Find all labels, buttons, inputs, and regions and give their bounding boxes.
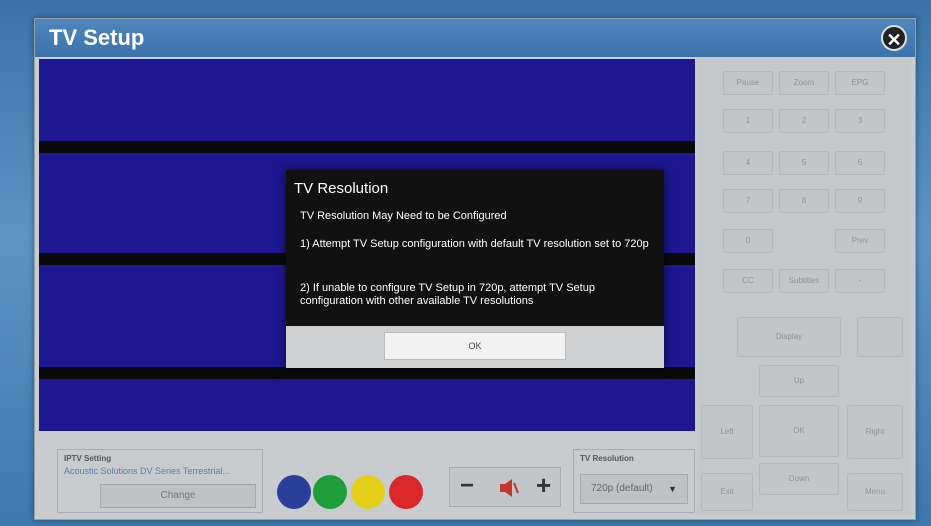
key-7[interactable]: 7 (723, 189, 773, 213)
subtitles-button[interactable]: Subtitles (779, 269, 829, 293)
down-button[interactable]: Down (759, 463, 839, 495)
dialog-message-1: TV Resolution May Need to be Configured (300, 210, 507, 222)
key-5[interactable]: 5 (779, 151, 829, 175)
remote-keypad: Pause Zoom EPG 1 2 3 4 5 6 7 8 9 0 Prev … (697, 59, 911, 515)
yellow-button[interactable] (351, 475, 385, 509)
resolution-selected-value: 720p (default) (591, 483, 653, 494)
key-1[interactable]: 1 (723, 109, 773, 133)
key-6[interactable]: 6 (835, 151, 885, 175)
tv-resolution-panel: TV Resolution 720p (default) ▼ (573, 449, 695, 513)
key-3[interactable]: 3 (835, 109, 885, 133)
blank-key[interactable] (857, 317, 903, 357)
key-0[interactable]: 0 (723, 229, 773, 253)
window-title: TV Setup (49, 25, 145, 50)
iptv-setting-panel: IPTV Setting Acoustic Solutions DV Serie… (57, 449, 263, 513)
test-bar (39, 141, 695, 153)
title-bar: TV Setup ✕ (35, 19, 915, 57)
speaker-mute-icon[interactable] (498, 477, 520, 499)
ok-button[interactable]: OK (759, 405, 839, 457)
dialog-message-3: 2) If unable to configure TV Setup in 72… (300, 282, 595, 307)
key-4[interactable]: 4 (723, 151, 773, 175)
close-icon[interactable]: ✕ (881, 25, 907, 51)
iptv-setting-label: IPTV Setting (64, 454, 112, 463)
key-2[interactable]: 2 (779, 109, 829, 133)
dialog-ok-button[interactable]: OK (384, 332, 566, 360)
key-9[interactable]: 9 (835, 189, 885, 213)
pause-button[interactable]: Pause (723, 71, 773, 95)
menu-button[interactable]: Menu (847, 473, 903, 511)
left-button[interactable]: Left (701, 405, 753, 459)
change-button[interactable]: Change (100, 484, 256, 508)
volume-up-button[interactable]: + (536, 470, 551, 501)
up-button[interactable]: Up (759, 365, 839, 397)
dash-button[interactable]: - (835, 269, 885, 293)
red-button[interactable] (389, 475, 423, 509)
green-button[interactable] (313, 475, 347, 509)
dialog-message-2: 1) Attempt TV Setup configuration with d… (300, 238, 649, 250)
tv-resolution-label: TV Resolution (580, 454, 634, 463)
volume-down-button[interactable]: − (460, 472, 474, 500)
epg-button[interactable]: EPG (835, 71, 885, 95)
display-button[interactable]: Display (737, 317, 841, 357)
prev-button[interactable]: Prev (835, 229, 885, 253)
zoom-button[interactable]: Zoom (779, 71, 829, 95)
cc-button[interactable]: CC (723, 269, 773, 293)
volume-panel: − + (449, 467, 561, 507)
bottom-controls: IPTV Setting Acoustic Solutions DV Serie… (39, 433, 695, 517)
dialog-footer: OK (286, 326, 664, 368)
test-bar (39, 367, 695, 379)
chevron-down-icon: ▼ (668, 484, 677, 494)
blue-button[interactable] (277, 475, 311, 509)
resolution-select[interactable]: 720p (default) ▼ (580, 474, 688, 504)
tv-resolution-dialog: TV Resolution TV Resolution May Need to … (286, 170, 664, 368)
right-button[interactable]: Right (847, 405, 903, 459)
key-8[interactable]: 8 (779, 189, 829, 213)
iptv-setting-value: Acoustic Solutions DV Series Terrestrial… (64, 466, 230, 476)
exit-button[interactable]: Exit (701, 473, 753, 511)
dialog-title: TV Resolution (294, 180, 389, 197)
